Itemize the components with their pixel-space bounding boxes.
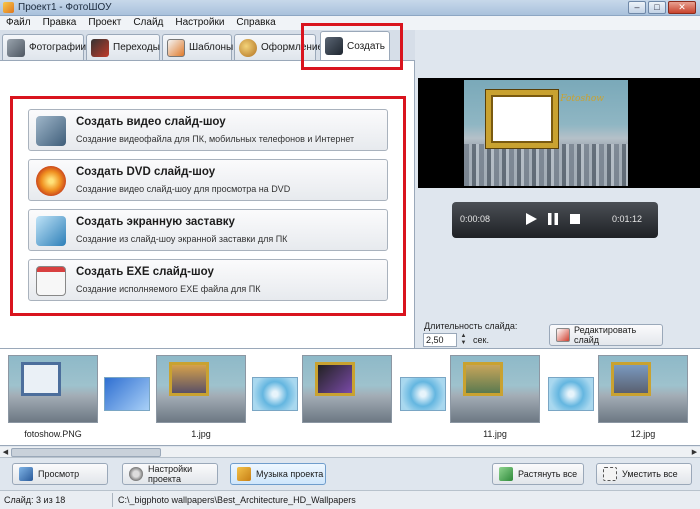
scroll-left-icon[interactable]: ◀	[0, 447, 11, 458]
templates-icon	[167, 38, 185, 57]
edit-slide-label: Редактировать слайд	[574, 325, 637, 345]
tab-transitions[interactable]: Переходы	[86, 34, 160, 60]
thumbnail-label: 11.jpg	[483, 429, 507, 439]
thumb-frame	[463, 362, 503, 396]
photo-frame	[486, 90, 558, 148]
preview-label: Просмотр	[38, 469, 80, 479]
close-button[interactable]: ✕	[668, 1, 696, 14]
transition-thumbnail[interactable]	[548, 377, 594, 411]
gear-icon	[129, 467, 143, 481]
transition-thumbnail[interactable]	[104, 377, 150, 411]
menu-file[interactable]: Файл	[6, 16, 31, 30]
project-music-label: Музыка проекта	[256, 469, 324, 479]
stretch-icon	[499, 467, 513, 481]
tab-templates[interactable]: Шаблоны	[162, 34, 234, 60]
slide-duration-input[interactable]: 2,50	[423, 333, 457, 347]
slide-counter: Слайд: 3 из 18	[4, 495, 66, 505]
preview-panel: Fotoshow 0:00:08 0:01:12 Длительность сл…	[415, 30, 700, 348]
thumbnail-label: fotoshow.PNG	[24, 429, 82, 439]
slide-thumbnail[interactable]	[450, 355, 540, 423]
window-title: Проект1 - ФотоШОУ	[18, 2, 112, 13]
menu-settings[interactable]: Настройки	[175, 16, 224, 30]
title-bar: Проект1 - ФотоШОУ – □ ✕	[0, 0, 700, 16]
photos-icon	[7, 38, 25, 57]
thumb-frame	[169, 362, 209, 396]
menu-help[interactable]: Справка	[236, 16, 275, 30]
thumb-frame	[21, 362, 61, 396]
slide-thumbnail[interactable]	[302, 355, 392, 423]
tab-label: Фотографии	[29, 42, 87, 53]
menu-edit[interactable]: Правка	[43, 16, 77, 30]
monitor-icon	[19, 467, 33, 481]
fit-all-label: Уместить все	[622, 469, 678, 479]
app-icon	[3, 2, 14, 13]
thumb-frame	[315, 362, 355, 396]
scrollbar-thumb[interactable]	[11, 448, 161, 457]
tab-label: Шаблоны	[189, 42, 234, 53]
timeline-scrollbar[interactable]: ◀ ▶	[0, 447, 700, 458]
transition-thumbnail[interactable]	[252, 377, 298, 411]
window-controls: – □ ✕	[628, 1, 696, 14]
design-icon	[239, 38, 257, 57]
stretch-all-label: Растянуть все	[518, 469, 578, 479]
slide-preview: Fotoshow	[418, 78, 700, 188]
pause-icon[interactable]	[546, 212, 560, 226]
slide-image: Fotoshow	[464, 80, 628, 186]
slide-signature: Fotoshow	[560, 94, 604, 104]
slide-duration-unit: сек.	[473, 335, 489, 345]
thumbnail-label: 12.jpg	[630, 429, 656, 439]
scroll-right-icon[interactable]: ▶	[689, 447, 700, 458]
slide-thumbnail[interactable]	[598, 355, 688, 423]
minimize-button[interactable]: –	[628, 1, 646, 14]
slide-thumbnail[interactable]	[156, 355, 246, 423]
pencil-icon	[556, 328, 570, 342]
project-settings-button[interactable]: Настройки проекта	[122, 463, 218, 485]
folder-path: C:\_bigphoto wallpapers\Best_Architectur…	[118, 495, 356, 505]
music-icon	[237, 467, 251, 481]
project-music-button[interactable]: Музыка проекта	[230, 463, 326, 485]
duration-spinner[interactable]: ▲ ▼	[459, 333, 468, 347]
thumbnail-label: 10.jpg	[334, 429, 360, 439]
current-time: 0:00:08	[460, 214, 491, 224]
city-background	[464, 144, 628, 186]
transition-thumbnail[interactable]	[400, 377, 446, 411]
tab-photos[interactable]: Фотографии	[2, 34, 87, 60]
status-bar: Слайд: 3 из 18 C:\_bigphoto wallpapers\B…	[0, 490, 700, 509]
project-settings-label: Настройки проекта	[148, 464, 193, 484]
slide-duration-label: Длительность слайда:	[424, 321, 518, 331]
slide-thumbnail[interactable]	[8, 355, 98, 423]
slide-timeline: fotoshow.PNG 1.jpg 10.jpg 11.jpg 12.jpg	[0, 348, 700, 446]
stop-icon[interactable]	[568, 212, 582, 226]
status-separator	[112, 493, 113, 507]
create-actions-highlight	[10, 96, 406, 316]
transitions-icon	[91, 38, 109, 57]
menu-slide[interactable]: Слайд	[133, 16, 163, 30]
fit-icon	[603, 467, 617, 481]
tab-label: Переходы	[113, 42, 160, 53]
create-tab-highlight	[301, 23, 403, 70]
stretch-all-button[interactable]: Растянуть все	[492, 463, 584, 485]
maximize-button[interactable]: □	[648, 1, 666, 14]
play-icon[interactable]	[524, 212, 538, 226]
edit-slide-button[interactable]: Редактировать слайд	[549, 324, 663, 346]
player-controls: 0:00:08 0:01:12	[452, 202, 658, 238]
thumb-frame	[611, 362, 651, 396]
fit-all-button[interactable]: Уместить все	[596, 463, 692, 485]
bottom-toolbar: Просмотр Настройки проекта Музыка проект…	[0, 458, 700, 490]
preview-button[interactable]: Просмотр	[12, 463, 108, 485]
menu-project[interactable]: Проект	[88, 16, 121, 30]
thumbnail-label: 1.jpg	[191, 429, 211, 439]
total-time: 0:01:12	[612, 214, 643, 224]
